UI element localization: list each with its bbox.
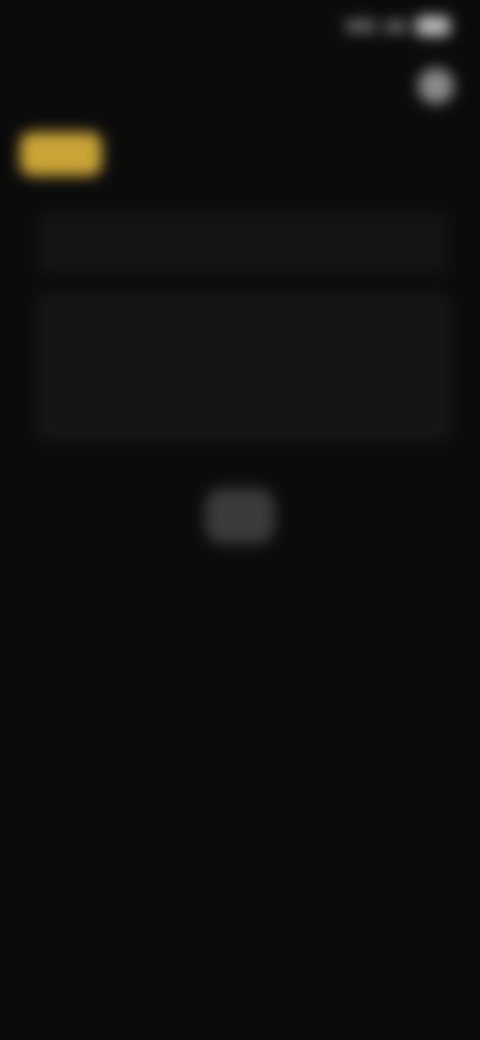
empty-state-icon xyxy=(205,488,275,544)
app-screen xyxy=(0,0,480,1040)
filter-chip[interactable] xyxy=(122,132,154,176)
bottom-area xyxy=(0,760,480,1040)
battery-icon xyxy=(416,16,450,36)
status-icons xyxy=(346,16,450,36)
filter-chip[interactable] xyxy=(174,132,206,176)
filter-chips xyxy=(20,130,258,178)
search-bar[interactable] xyxy=(38,212,448,274)
profile-icon[interactable] xyxy=(418,68,454,104)
wifi-icon xyxy=(384,20,408,32)
signal-icon xyxy=(346,20,376,32)
filter-chip-active[interactable] xyxy=(20,132,102,176)
search-input[interactable] xyxy=(56,233,420,253)
empty-state xyxy=(40,470,440,720)
header-bar xyxy=(0,56,480,120)
summary-card xyxy=(36,292,452,442)
filter-chip[interactable] xyxy=(226,132,258,176)
status-bar xyxy=(0,0,480,56)
